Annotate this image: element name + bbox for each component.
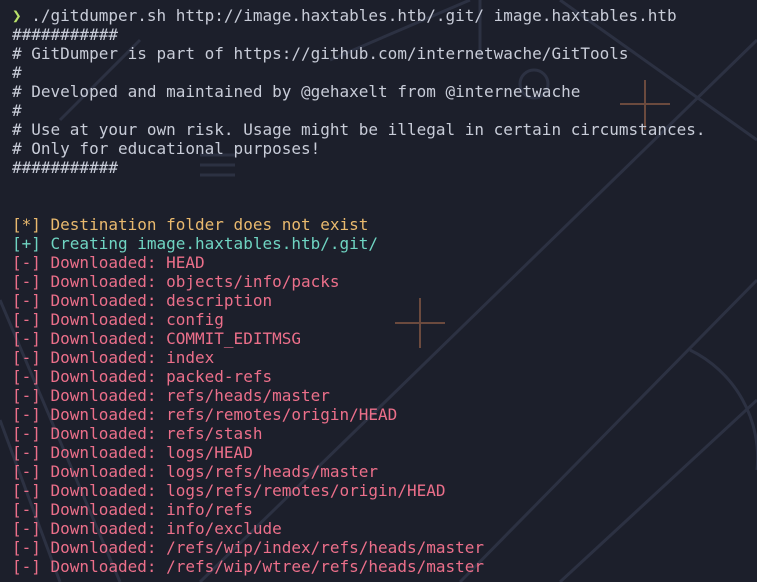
download-prefix: [-] Downloaded: xyxy=(12,348,167,367)
download-line: [-] Downloaded: logs/refs/heads/master xyxy=(12,462,757,481)
download-prefix: [-] Downloaded: xyxy=(12,557,167,576)
download-file: /refs/wip/index/refs/heads/master xyxy=(166,538,485,557)
banner-line: # Only for educational purposes! xyxy=(12,139,321,158)
download-file: info/exclude xyxy=(166,519,282,538)
download-line: [-] Downloaded: config xyxy=(12,310,757,329)
command-text: ./gitdumper.sh http://image.haxtables.ht… xyxy=(21,6,677,25)
download-file: packed-refs xyxy=(166,367,273,386)
banner-line: ########### xyxy=(12,158,118,177)
download-prefix: [-] Downloaded: xyxy=(12,462,167,481)
banner-line: # Use at your own risk. Usage might be i… xyxy=(12,120,706,139)
download-line: [-] Downloaded: info/refs xyxy=(12,500,757,519)
banner-line: # xyxy=(12,63,22,82)
banner-line: # GitDumper is part of https://github.co… xyxy=(12,44,629,63)
download-file: objects/info/packs xyxy=(166,272,340,291)
download-line: [-] Downloaded: objects/info/packs xyxy=(12,272,757,291)
download-file: index xyxy=(166,348,215,367)
warning-line: [*] Destination folder does not exist xyxy=(12,215,369,234)
download-prefix: [-] Downloaded: xyxy=(12,500,167,519)
download-prefix: [-] Downloaded: xyxy=(12,272,167,291)
download-line: [-] Downloaded: HEAD xyxy=(12,253,757,272)
download-prefix: [-] Downloaded: xyxy=(12,386,167,405)
download-prefix: [-] Downloaded: xyxy=(12,253,167,272)
download-line: [-] Downloaded: /refs/wip/index/refs/hea… xyxy=(12,538,757,557)
download-file: HEAD xyxy=(166,253,205,272)
download-prefix: [-] Downloaded: xyxy=(12,424,167,443)
download-prefix: [-] Downloaded: xyxy=(12,329,167,348)
download-file: /refs/wip/wtree/refs/heads/master xyxy=(166,557,485,576)
download-prefix: [-] Downloaded: xyxy=(12,291,167,310)
download-file: description xyxy=(166,291,273,310)
banner-line: ########### xyxy=(12,25,118,44)
download-file: logs/refs/heads/master xyxy=(166,462,379,481)
download-line: [-] Downloaded: description xyxy=(12,291,757,310)
download-line: [-] Downloaded: COMMIT_EDITMSG xyxy=(12,329,757,348)
download-file: config xyxy=(166,310,224,329)
download-line: [-] Downloaded: refs/stash xyxy=(12,424,757,443)
download-file: refs/stash xyxy=(166,424,263,443)
download-line: [-] Downloaded: logs/HEAD xyxy=(12,443,757,462)
download-prefix: [-] Downloaded: xyxy=(12,538,167,557)
info-line: [+] Creating image.haxtables.htb/.git/ xyxy=(12,234,379,253)
download-line: [-] Downloaded: index xyxy=(12,348,757,367)
download-prefix: [-] Downloaded: xyxy=(12,405,167,424)
download-line: [-] Downloaded: info/exclude xyxy=(12,519,757,538)
download-file: logs/refs/remotes/origin/HEAD xyxy=(166,481,446,500)
download-line: [-] Downloaded: refs/remotes/origin/HEAD xyxy=(12,405,757,424)
download-prefix: [-] Downloaded: xyxy=(12,481,167,500)
download-prefix: [-] Downloaded: xyxy=(12,519,167,538)
command-line: ❯ ./gitdumper.sh http://image.haxtables.… xyxy=(12,6,757,25)
download-prefix: [-] Downloaded: xyxy=(12,367,167,386)
banner-line: # xyxy=(12,101,22,120)
download-file: COMMIT_EDITMSG xyxy=(166,329,301,348)
download-line: [-] Downloaded: logs/refs/remotes/origin… xyxy=(12,481,757,500)
download-file: info/refs xyxy=(166,500,253,519)
download-file: logs/HEAD xyxy=(166,443,253,462)
download-file: refs/heads/master xyxy=(166,386,330,405)
download-line: [-] Downloaded: refs/heads/master xyxy=(12,386,757,405)
terminal-output: ❯ ./gitdumper.sh http://image.haxtables.… xyxy=(0,0,757,582)
banner-line: # Developed and maintained by @gehaxelt … xyxy=(12,82,581,101)
download-prefix: [-] Downloaded: xyxy=(12,310,167,329)
download-prefix: [-] Downloaded: xyxy=(12,443,167,462)
prompt-icon: ❯ xyxy=(12,6,22,25)
download-line: [-] Downloaded: packed-refs xyxy=(12,367,757,386)
download-line: [-] Downloaded: /refs/wip/wtree/refs/hea… xyxy=(12,557,757,576)
download-file: refs/remotes/origin/HEAD xyxy=(166,405,398,424)
download-list: [-] Downloaded: HEAD [-] Downloaded: obje… xyxy=(12,253,757,576)
